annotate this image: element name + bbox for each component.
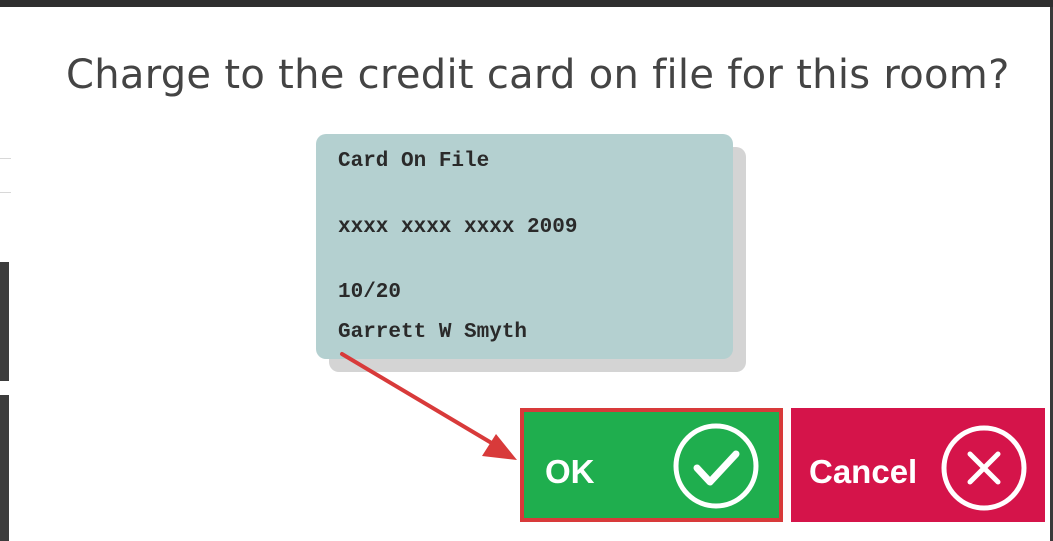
background-window-edge — [0, 262, 9, 381]
cancel-button-label: Cancel — [809, 453, 918, 490]
background-window-edge — [0, 395, 9, 541]
ok-button[interactable]: OK — [520, 408, 783, 522]
close-circle-icon — [941, 425, 1027, 511]
card-expiry: 10/20 — [338, 281, 402, 304]
window-top-bar — [0, 0, 1053, 7]
card-heading: Card On File — [338, 150, 490, 173]
card-number: xxxx xxxx xxxx 2009 — [338, 216, 578, 239]
check-circle-icon — [673, 423, 759, 509]
card-holder-name: Garrett W Smyth — [338, 321, 528, 344]
credit-card-on-file: Card On File xxxx xxxx xxxx 2009 10/20 G… — [316, 134, 733, 359]
dialog-title: Charge to the credit card on file for th… — [66, 52, 1010, 98]
ok-button-label: OK — [545, 453, 595, 490]
cancel-button[interactable]: Cancel — [791, 408, 1045, 522]
